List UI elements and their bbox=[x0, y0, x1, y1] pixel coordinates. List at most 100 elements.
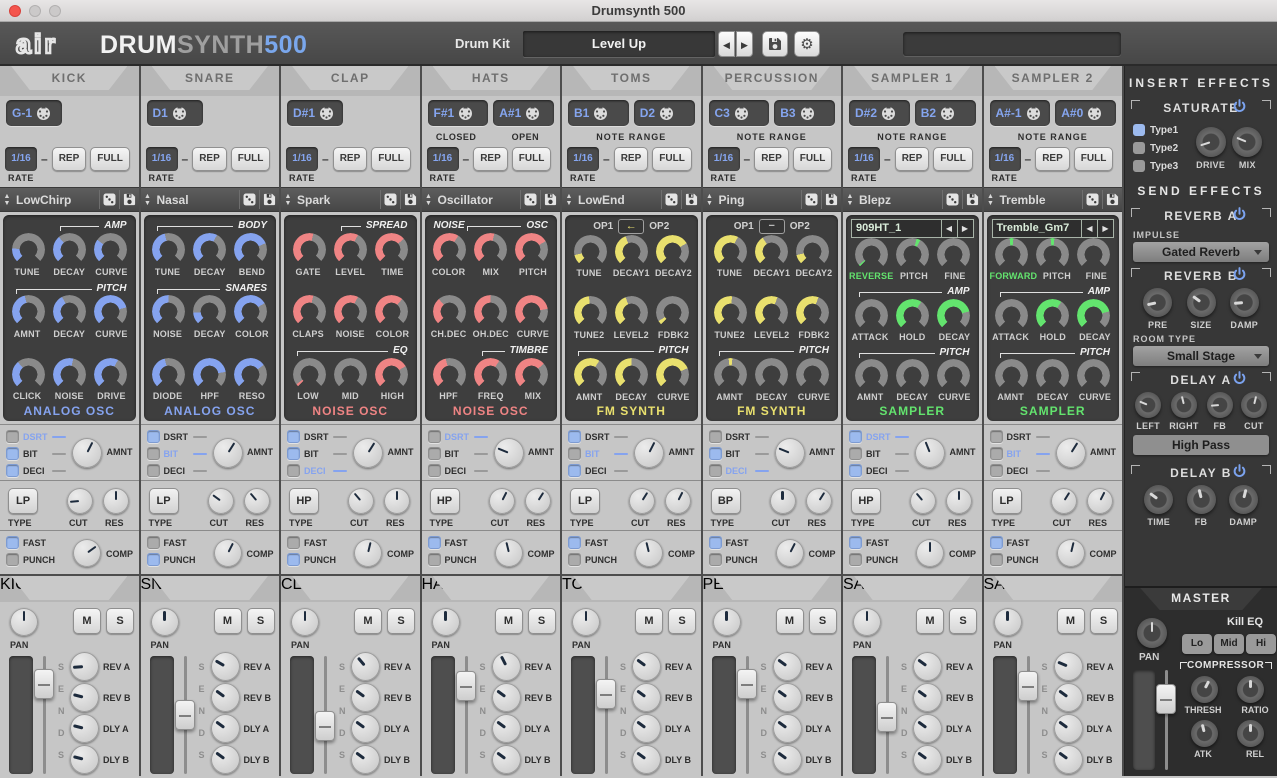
rate-value-display[interactable]: 1/16 bbox=[5, 147, 37, 171]
note-assign-button[interactable]: C3 bbox=[709, 100, 770, 126]
dly-b-send-knob[interactable] bbox=[492, 745, 521, 774]
right-knob[interactable] bbox=[1171, 392, 1197, 418]
bend-knob[interactable] bbox=[234, 233, 267, 266]
rev-a-send-knob[interactable] bbox=[913, 652, 942, 681]
preset-spinner[interactable]: ▲▼ bbox=[0, 193, 14, 207]
fast-checkbox[interactable] bbox=[428, 536, 441, 549]
save-preset-button[interactable] bbox=[540, 190, 560, 209]
rate-value-display[interactable]: 1/16 bbox=[708, 147, 740, 171]
solo-button[interactable]: S bbox=[387, 608, 415, 634]
pan-knob[interactable] bbox=[432, 608, 460, 636]
rate-value-display[interactable]: 1/16 bbox=[146, 147, 178, 171]
filter-type-button[interactable]: LP bbox=[992, 488, 1022, 514]
filter-type-button[interactable]: LP bbox=[8, 488, 38, 514]
mute-button[interactable]: M bbox=[776, 608, 804, 634]
volume-fader[interactable] bbox=[34, 669, 54, 699]
fast-checkbox[interactable] bbox=[147, 536, 160, 549]
note-assign-button[interactable]: D2 bbox=[634, 100, 695, 126]
repeat-button[interactable]: REP bbox=[333, 147, 368, 171]
curve-knob[interactable] bbox=[1077, 359, 1110, 392]
color-knob[interactable] bbox=[375, 295, 408, 328]
type1-radio[interactable] bbox=[1133, 124, 1145, 136]
tune2-knob[interactable] bbox=[574, 296, 607, 329]
master-thresh-knob[interactable] bbox=[1191, 676, 1218, 703]
rev-a-send-knob[interactable] bbox=[351, 652, 380, 681]
dly-a-send-knob[interactable] bbox=[211, 714, 240, 743]
master-pan-knob[interactable] bbox=[1137, 618, 1167, 648]
preset-spinner[interactable]: ▲▼ bbox=[984, 193, 998, 207]
rev-b-send-knob[interactable] bbox=[211, 683, 240, 712]
note-assign-button[interactable]: A#0 bbox=[1055, 100, 1116, 126]
dly-a-send-knob[interactable] bbox=[70, 714, 99, 743]
decay-knob[interactable] bbox=[1036, 359, 1069, 392]
pan-knob[interactable] bbox=[10, 608, 38, 636]
reso-knob[interactable] bbox=[234, 358, 267, 391]
resonance-knob[interactable] bbox=[103, 488, 129, 514]
hpf-knob[interactable] bbox=[193, 358, 226, 391]
punch-checkbox[interactable] bbox=[6, 553, 19, 566]
crush-amount-knob[interactable] bbox=[353, 438, 383, 468]
master-volume-fader[interactable] bbox=[1156, 684, 1176, 714]
deci-checkbox[interactable] bbox=[990, 464, 1003, 477]
cut-knob[interactable] bbox=[1241, 392, 1267, 418]
fb-knob[interactable] bbox=[1187, 485, 1216, 514]
save-preset-button[interactable] bbox=[119, 190, 139, 209]
preset-name[interactable]: LowEnd bbox=[576, 193, 661, 207]
deci-checkbox[interactable] bbox=[849, 464, 862, 477]
spinner-up-icon[interactable]: ▲ bbox=[285, 193, 292, 200]
bit-checkbox[interactable] bbox=[287, 447, 300, 460]
repeat-button[interactable]: REP bbox=[895, 147, 930, 171]
dsrt-checkbox[interactable] bbox=[428, 430, 441, 443]
rate-value-display[interactable]: 1/16 bbox=[989, 147, 1021, 171]
drive-knob[interactable] bbox=[94, 358, 127, 391]
crush-amount-knob[interactable] bbox=[72, 438, 102, 468]
punch-checkbox[interactable] bbox=[990, 553, 1003, 566]
sample-next-button[interactable]: ▶ bbox=[1097, 220, 1113, 237]
settings-button[interactable]: ⚙ bbox=[794, 31, 820, 57]
preset-name[interactable]: Nasal bbox=[155, 193, 240, 207]
rate-value-display[interactable]: 1/16 bbox=[427, 147, 459, 171]
comp-knob[interactable] bbox=[495, 539, 523, 567]
room-type-dropdown[interactable]: Small Stage bbox=[1133, 346, 1269, 366]
pan-knob[interactable] bbox=[572, 608, 600, 636]
pitch-knob[interactable] bbox=[896, 238, 929, 271]
note-assign-button[interactable]: B3 bbox=[774, 100, 835, 126]
decay1-knob[interactable] bbox=[615, 235, 648, 268]
spinner-down-icon[interactable]: ▼ bbox=[285, 200, 292, 207]
decay-knob[interactable] bbox=[937, 299, 970, 332]
repeat-button[interactable]: REP bbox=[52, 147, 87, 171]
bit-checkbox[interactable] bbox=[709, 447, 722, 460]
note-assign-button[interactable]: F#1 bbox=[428, 100, 489, 126]
rev-b-send-knob[interactable] bbox=[492, 683, 521, 712]
decay1-knob[interactable] bbox=[755, 235, 788, 268]
spinner-up-icon[interactable]: ▲ bbox=[987, 193, 994, 200]
bit-checkbox[interactable] bbox=[147, 447, 160, 460]
spinner-up-icon[interactable]: ▲ bbox=[706, 193, 713, 200]
attack-knob[interactable] bbox=[995, 299, 1028, 332]
time-knob[interactable] bbox=[1144, 485, 1173, 514]
resonance-knob[interactable] bbox=[946, 488, 972, 514]
level2-knob[interactable] bbox=[755, 296, 788, 329]
punch-checkbox[interactable] bbox=[287, 553, 300, 566]
repeat-button[interactable]: REP bbox=[614, 147, 649, 171]
fast-checkbox[interactable] bbox=[568, 536, 581, 549]
dsrt-checkbox[interactable] bbox=[990, 430, 1003, 443]
repeat-button[interactable]: REP bbox=[473, 147, 508, 171]
filter-type-button[interactable]: HP bbox=[430, 488, 460, 514]
decay-knob[interactable] bbox=[615, 358, 648, 391]
decay-knob[interactable] bbox=[896, 359, 929, 392]
crush-amount-knob[interactable] bbox=[494, 438, 524, 468]
power-icon[interactable] bbox=[1232, 371, 1247, 386]
cutoff-knob[interactable] bbox=[489, 488, 515, 514]
cutoff-knob[interactable] bbox=[67, 488, 93, 514]
mute-button[interactable]: M bbox=[354, 608, 382, 634]
spinner-up-icon[interactable]: ▲ bbox=[4, 193, 11, 200]
note-assign-button[interactable]: A#1 bbox=[493, 100, 554, 126]
hold-knob[interactable] bbox=[896, 299, 929, 332]
fast-checkbox[interactable] bbox=[849, 536, 862, 549]
deci-checkbox[interactable] bbox=[147, 464, 160, 477]
color-knob[interactable] bbox=[234, 295, 267, 328]
preset-name[interactable]: Spark bbox=[295, 193, 380, 207]
decay-knob[interactable] bbox=[755, 358, 788, 391]
full-button[interactable]: FULL bbox=[371, 147, 411, 171]
